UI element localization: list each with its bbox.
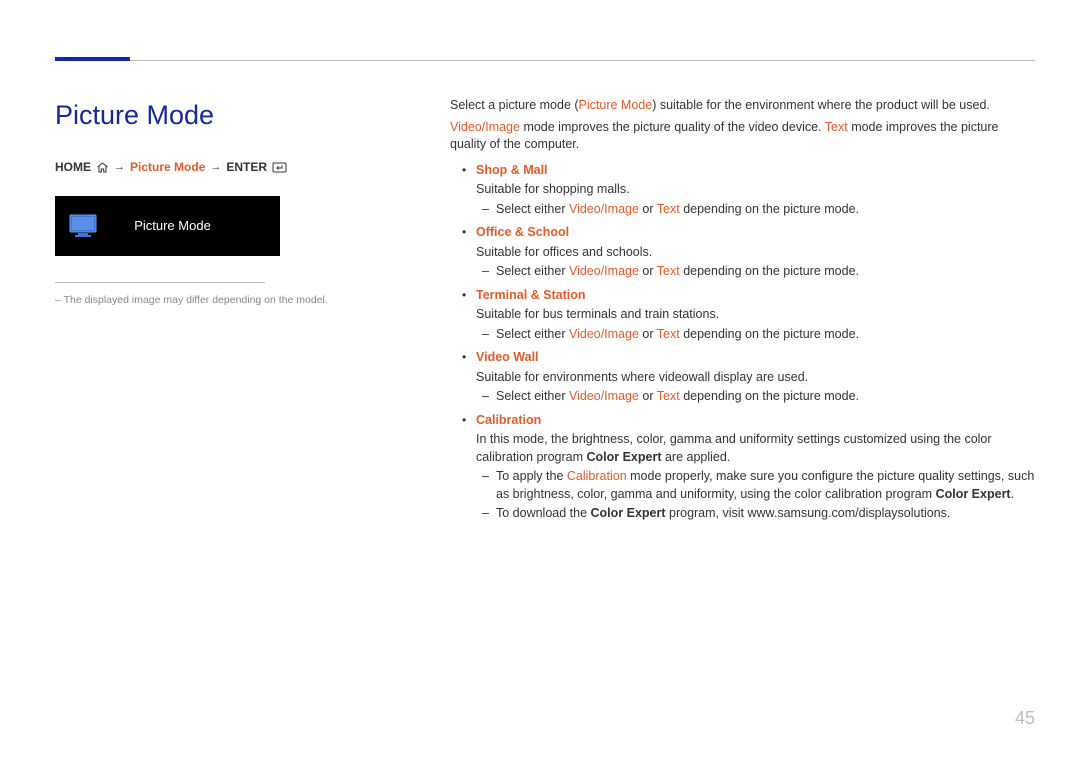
picture-mode-term: Picture Mode — [579, 98, 653, 112]
video-image-term: Video/Image — [569, 389, 639, 403]
text-term: Text — [657, 389, 680, 403]
text-part: depending on the picture mode. — [680, 264, 859, 278]
text-part: or — [639, 264, 657, 278]
breadcrumb-mode-label: Picture Mode — [130, 159, 205, 176]
color-expert-term: Color Expert — [591, 506, 666, 520]
mode-sublist: To apply the Calibration mode properly, … — [476, 468, 1035, 523]
video-image-term: Video/Image — [569, 327, 639, 341]
intro-text-part: mode improves the picture quality of the… — [520, 120, 825, 134]
text-part: Select either — [496, 264, 569, 278]
left-column: Picture Mode HOME → Picture Mode → ENTER — [55, 97, 395, 529]
mode-item-videowall: Video Wall Suitable for environments whe… — [450, 349, 1035, 406]
color-expert-term: Color Expert — [936, 487, 1011, 501]
mode-desc: Suitable for offices and schools. — [476, 244, 1035, 262]
mode-sublist: Select either Video/Image or Text depend… — [476, 326, 1035, 344]
breadcrumb-home-label: HOME — [55, 159, 91, 176]
select-line: Select either Video/Image or Text depend… — [476, 201, 1035, 219]
video-image-term: Video/Image — [450, 120, 520, 134]
text-part: depending on the picture mode. — [680, 327, 859, 341]
footnote: The displayed image may differ depending… — [55, 293, 395, 308]
mode-sublist: Select either Video/Image or Text depend… — [476, 388, 1035, 406]
select-line: Select either Video/Image or Text depend… — [476, 326, 1035, 344]
text-part: program, visit www.samsung.com/displayso… — [666, 506, 951, 520]
text-part: . — [1011, 487, 1014, 501]
mode-item-terminal: Terminal & Station Suitable for bus term… — [450, 287, 1035, 344]
page-title: Picture Mode — [55, 97, 395, 135]
mode-name: Office & School — [476, 224, 569, 242]
text-part: Select either — [496, 389, 569, 403]
text-term: Text — [657, 202, 680, 216]
right-column: Select a picture mode (Picture Mode) sui… — [450, 97, 1035, 529]
mode-desc: Suitable for environments where videowal… — [476, 369, 1035, 387]
modes-list: Shop & Mall Suitable for shopping malls.… — [450, 162, 1035, 523]
text-part: Select either — [496, 202, 569, 216]
calibration-note-1: To apply the Calibration mode properly, … — [476, 468, 1035, 503]
text-part: depending on the picture mode. — [680, 202, 859, 216]
monitor-icon — [65, 214, 100, 238]
mode-sublist: Select either Video/Image or Text depend… — [476, 201, 1035, 219]
calibration-term: Calibration — [567, 469, 627, 483]
header-rule — [55, 60, 1035, 61]
text-part: Select either — [496, 327, 569, 341]
mode-item-calibration: Calibration In this mode, the brightness… — [450, 412, 1035, 523]
mode-item-shop: Shop & Mall Suitable for shopping malls.… — [450, 162, 1035, 219]
color-expert-term: Color Expert — [586, 450, 661, 464]
text-term: Text — [657, 264, 680, 278]
mode-sublist: Select either Video/Image or Text depend… — [476, 263, 1035, 281]
breadcrumb-arrow: → — [114, 160, 125, 175]
text-term: Text — [657, 327, 680, 341]
text-part: are applied. — [661, 450, 730, 464]
text-part: To download the — [496, 506, 591, 520]
ui-screenshot: Picture Mode — [55, 196, 280, 256]
video-image-term: Video/Image — [569, 264, 639, 278]
two-column-layout: Picture Mode HOME → Picture Mode → ENTER — [55, 97, 1035, 529]
mode-name: Terminal & Station — [476, 287, 586, 305]
text-part: depending on the picture mode. — [680, 389, 859, 403]
breadcrumb: HOME → Picture Mode → ENTER — [55, 159, 395, 176]
intro-text-part: ) suitable for the environment where the… — [652, 98, 990, 112]
screenshot-label: Picture Mode — [110, 217, 280, 235]
text-part: or — [639, 202, 657, 216]
text-part: In this mode, the brightness, color, gam… — [476, 432, 992, 464]
mode-desc: Suitable for bus terminals and train sta… — [476, 306, 1035, 324]
text-part: or — [639, 327, 657, 341]
mode-item-office: Office & School Suitable for offices and… — [450, 224, 1035, 281]
mode-desc: In this mode, the brightness, color, gam… — [476, 431, 1035, 466]
footnote-rule — [55, 282, 265, 283]
intro-text: Select a picture mode (Picture Mode) sui… — [450, 97, 1035, 154]
mode-name: Calibration — [476, 412, 541, 430]
video-image-term: Video/Image — [569, 202, 639, 216]
manual-page: Picture Mode HOME → Picture Mode → ENTER — [0, 0, 1080, 763]
enter-icon — [272, 162, 287, 173]
intro-text-part: Select a picture mode ( — [450, 98, 579, 112]
mode-desc: Suitable for shopping malls. — [476, 181, 1035, 199]
mode-name: Shop & Mall — [476, 162, 548, 180]
page-number: 45 — [1015, 706, 1035, 731]
home-icon — [96, 162, 109, 173]
select-line: Select either Video/Image or Text depend… — [476, 263, 1035, 281]
calibration-note-2: To download the Color Expert program, vi… — [476, 505, 1035, 523]
text-part: To apply the — [496, 469, 567, 483]
select-line: Select either Video/Image or Text depend… — [476, 388, 1035, 406]
breadcrumb-enter-label: ENTER — [226, 159, 267, 176]
text-term: Text — [825, 120, 848, 134]
breadcrumb-arrow: → — [210, 160, 221, 175]
mode-name: Video Wall — [476, 349, 539, 367]
text-part: or — [639, 389, 657, 403]
section-indicator — [55, 57, 130, 61]
